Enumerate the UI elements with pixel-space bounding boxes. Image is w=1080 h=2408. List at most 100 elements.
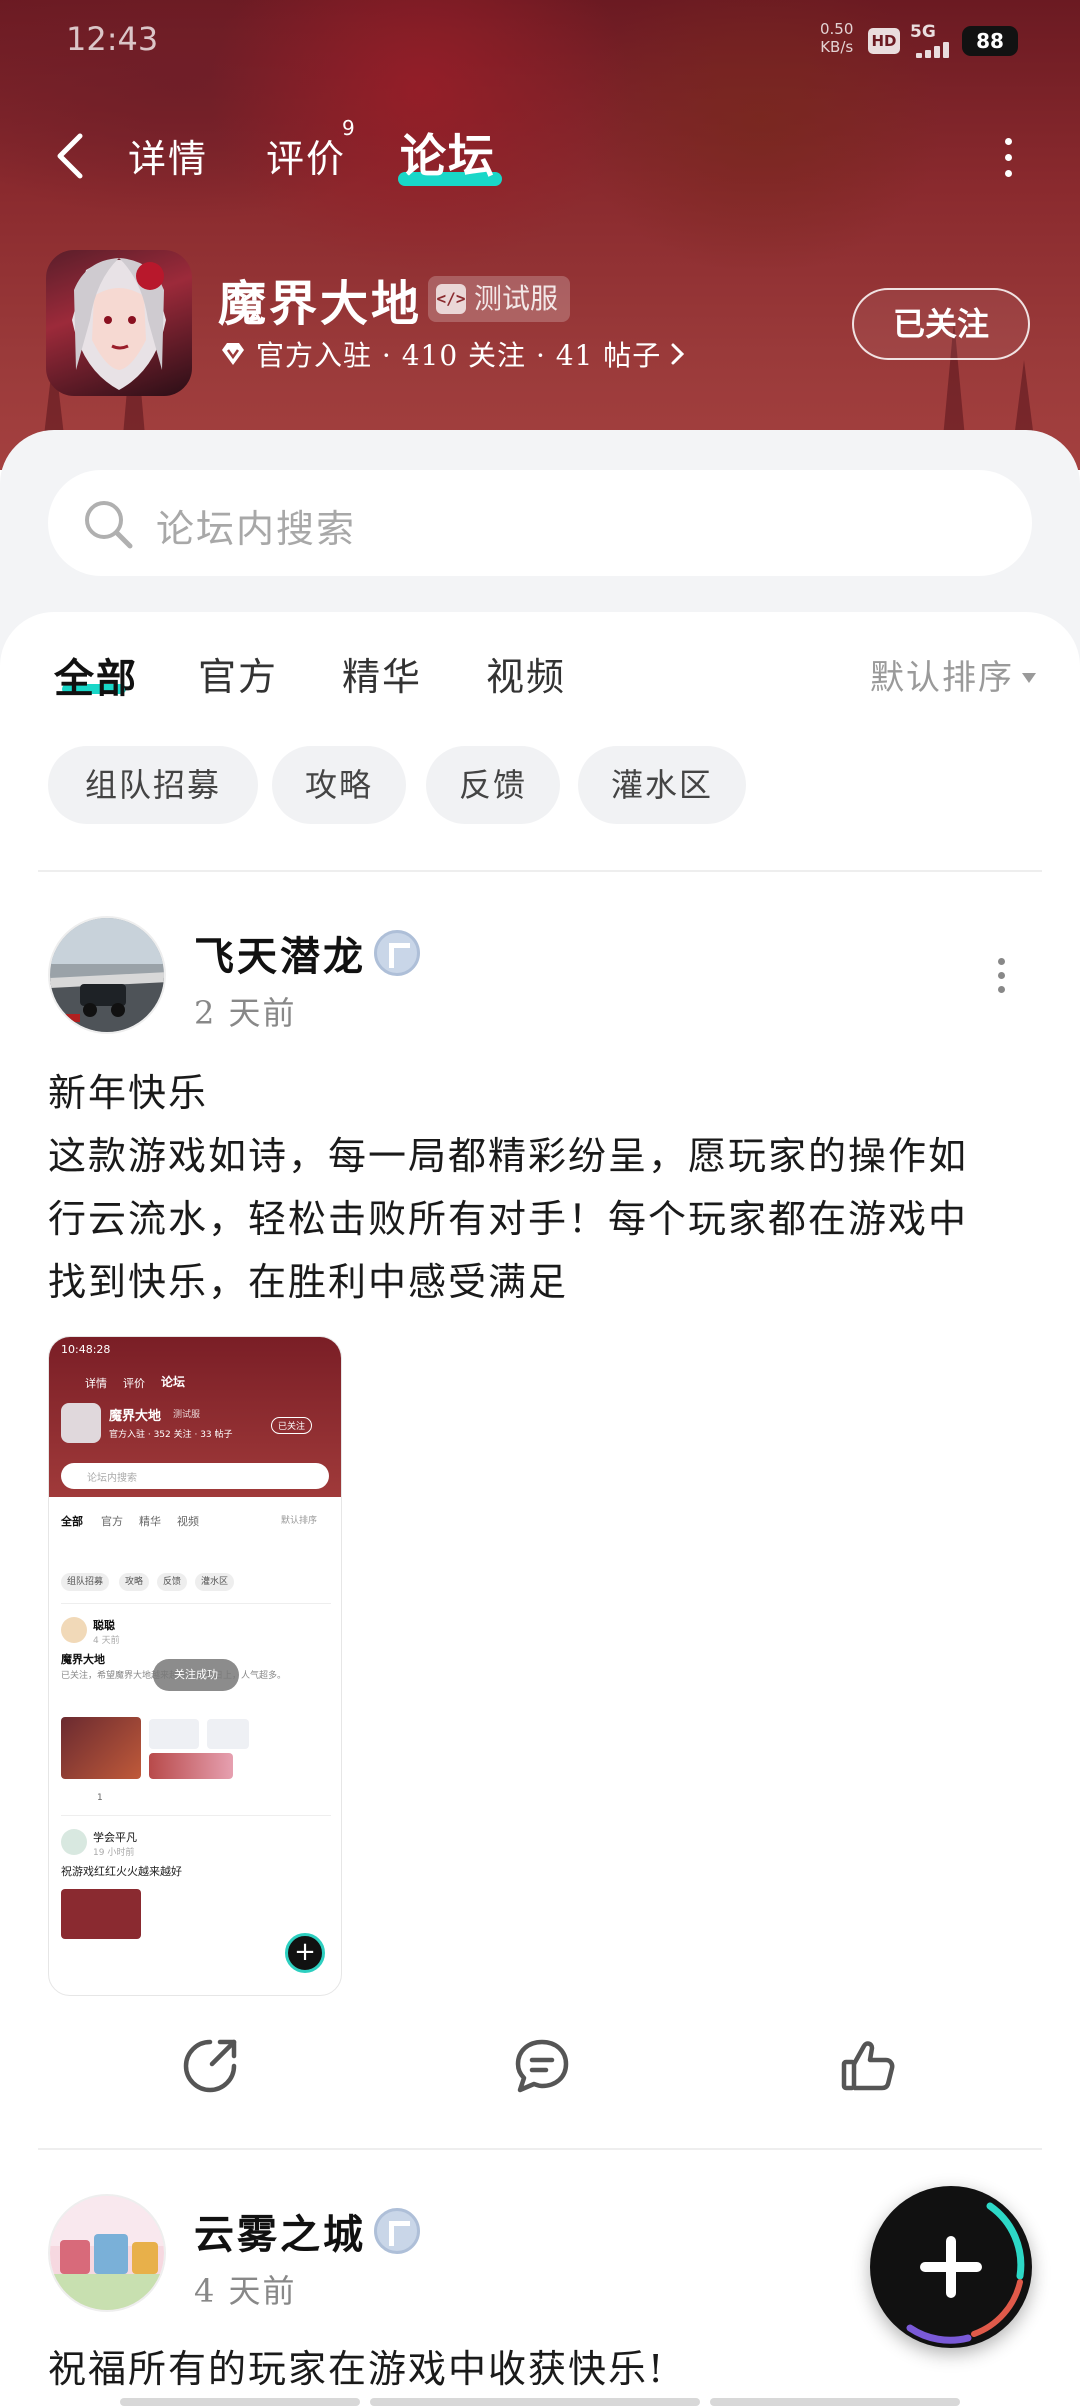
post-image-text: 已关注 xyxy=(271,1417,313,1434)
post-image-text: 测试服 xyxy=(173,1410,201,1420)
game-meta-text: 官方入驻 · 410 关注 · 41 帖子 xyxy=(256,339,662,372)
home-indicator xyxy=(120,2398,360,2406)
post-image-app-icon xyxy=(61,1403,101,1443)
plus-icon xyxy=(946,2236,956,2298)
post-image-text: 全部 xyxy=(61,1515,83,1528)
avatar[interactable] xyxy=(48,916,166,1034)
chip-guides[interactable]: 攻略 xyxy=(272,746,406,824)
hd-icon: HD xyxy=(868,28,900,54)
post-image-text: 论坛内搜索 xyxy=(87,1473,137,1484)
level-badge-icon xyxy=(374,930,420,976)
post-image-text: 攻略 xyxy=(119,1573,150,1591)
post-body[interactable]: 新年快乐 这款游戏如诗，每一局都精彩纷呈，愿玩家的操作如 行云流水，轻松击败所有… xyxy=(48,1062,1038,1314)
network-type: 5G xyxy=(910,22,936,42)
post-image-text: 魔界大地 xyxy=(109,1409,162,1424)
post-image-text: 官方 xyxy=(101,1515,123,1528)
post-more-icon[interactable] xyxy=(994,958,1008,998)
post-image-text: 19 小时前 xyxy=(93,1848,135,1858)
post-image-plus-icon: + xyxy=(285,1933,325,1973)
search-input[interactable]: 论坛内搜索 xyxy=(48,470,1032,576)
post-image-text: 4 天前 xyxy=(93,1636,120,1646)
chip-chat-zone[interactable]: 灌水区 xyxy=(578,746,746,824)
post-image-text: 魔界大地 xyxy=(61,1653,105,1666)
like-icon[interactable] xyxy=(838,2036,898,2096)
post-image-text: 精华 xyxy=(139,1515,161,1528)
post-image-divider xyxy=(61,1815,331,1816)
post-image-thumbnail xyxy=(149,1719,199,1749)
post-image-text: 学会平凡 xyxy=(93,1831,137,1844)
post-image-toast: 关注成功 xyxy=(153,1659,239,1691)
post-image-text: 10:48:28 xyxy=(61,1343,111,1356)
category-tab-featured[interactable]: 精华 xyxy=(342,646,422,701)
code-icon: </> xyxy=(436,284,466,314)
comment-icon[interactable] xyxy=(512,2036,572,2096)
caret-down-icon xyxy=(1022,672,1036,683)
game-app-icon xyxy=(46,250,192,396)
share-icon[interactable] xyxy=(180,2036,240,2096)
battery-icon: 88 xyxy=(962,26,1018,56)
diamond-icon xyxy=(222,343,244,365)
tab-forum[interactable]: 论坛 xyxy=(400,120,496,186)
post-author[interactable]: 飞天潜龙 xyxy=(194,924,366,982)
sort-label: 默认排序 xyxy=(870,658,1014,698)
post-line: 找到快乐，在胜利中感受满足 xyxy=(48,1260,569,1304)
home-indicator xyxy=(370,2398,700,2406)
status-bar: 12:43 0.50 KB/s HD 5G 88 xyxy=(0,0,1080,80)
test-server-badge: </> 测试服 xyxy=(428,276,571,322)
category-tab-all[interactable]: 全部 xyxy=(54,646,138,704)
post-image[interactable]: 10:48:28 详情 评价 论坛 魔界大地 测试服 官方入驻 · 352 关注… xyxy=(48,1336,342,1996)
post-image-text: 评价 xyxy=(123,1377,145,1390)
game-banner: 12:43 0.50 KB/s HD 5G 88 详情 评价 9 论坛 魔界大地… xyxy=(0,0,1080,470)
network-speed-value: 0.50 xyxy=(820,20,854,38)
post-image-thumbnail xyxy=(61,1889,141,1939)
post-image-text: 默认排序 xyxy=(281,1516,318,1526)
post-image-avatar xyxy=(61,1829,87,1855)
chip-team-recruit[interactable]: 组队招募 xyxy=(48,746,258,824)
create-post-button[interactable] xyxy=(870,2186,1032,2348)
post-time: 2 天前 xyxy=(194,994,297,1032)
search-icon xyxy=(85,501,133,549)
test-server-label: 测试服 xyxy=(474,282,559,315)
post-image-text: 1 xyxy=(97,1793,103,1803)
post-image-text: 视频 xyxy=(177,1515,199,1528)
post-image-thumbnail xyxy=(207,1719,249,1749)
post-image-text: 灌水区 xyxy=(195,1573,235,1591)
post-image-text: 详情 xyxy=(85,1377,107,1390)
category-tab-video[interactable]: 视频 xyxy=(486,646,566,701)
top-nav: 详情 评价 9 论坛 xyxy=(0,110,1080,200)
level-badge-icon xyxy=(374,2208,420,2254)
category-tab-official[interactable]: 官方 xyxy=(198,646,278,701)
reviews-count-badge: 9 xyxy=(342,116,355,140)
tab-details[interactable]: 详情 xyxy=(128,128,208,183)
status-time: 12:43 xyxy=(66,20,159,58)
chip-feedback[interactable]: 反馈 xyxy=(426,746,560,824)
more-options-icon[interactable] xyxy=(1000,138,1016,182)
signal-icon xyxy=(916,42,952,58)
post-image-text: 聪聪 xyxy=(93,1619,115,1632)
network-speed-unit: KB/s xyxy=(820,38,854,56)
divider xyxy=(38,2148,1042,2150)
post-line: 行云流水，轻松击败所有对手！每个玩家都在游戏中 xyxy=(48,1197,969,1241)
post-line: 新年快乐 xyxy=(48,1071,209,1115)
post-image-avatar xyxy=(61,1617,87,1643)
post-image-text: 论坛 xyxy=(161,1375,186,1389)
back-arrow-icon[interactable] xyxy=(52,132,92,180)
post-image-text: 反馈 xyxy=(157,1573,188,1591)
game-title: 魔界大地 xyxy=(218,276,423,332)
divider xyxy=(38,870,1042,872)
post-image-thumbnail xyxy=(149,1753,233,1779)
follow-button[interactable]: 已关注 xyxy=(852,288,1030,360)
game-meta[interactable]: 官方入驻 · 410 关注 · 41 帖子 xyxy=(218,334,689,374)
post-time: 4 天前 xyxy=(194,2272,297,2310)
post-image-text: 组队招募 xyxy=(61,1573,110,1591)
avatar[interactable] xyxy=(48,2194,166,2312)
tab-reviews[interactable]: 评价 xyxy=(266,128,346,183)
post-line: 这款游戏如诗，每一局都精彩纷呈，愿玩家的操作如 xyxy=(48,1134,969,1178)
post-image-divider xyxy=(61,1603,331,1604)
home-indicator xyxy=(710,2398,960,2406)
post-image-text: 祝游戏红红火火越来越好 xyxy=(61,1865,182,1878)
sort-dropdown[interactable]: 默认排序 xyxy=(870,650,1036,699)
chevron-right-icon xyxy=(671,343,685,365)
post-author[interactable]: 云雾之城 xyxy=(194,2202,366,2260)
network-speed: 0.50 KB/s xyxy=(820,20,853,56)
